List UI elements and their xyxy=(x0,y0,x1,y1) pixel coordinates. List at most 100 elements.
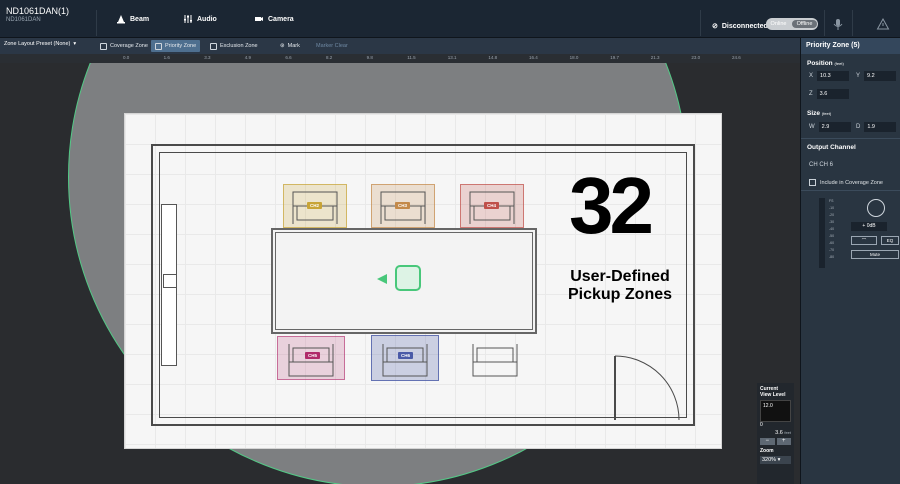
ruler-tick-label: 4.9 xyxy=(244,55,252,60)
w-input[interactable]: 2.9 xyxy=(818,122,851,132)
exclusion-zone-button[interactable]: Exclusion Zone xyxy=(206,40,262,52)
tab-beam[interactable]: Beam xyxy=(116,14,149,24)
camera-icon xyxy=(255,17,263,21)
tab-label: Camera xyxy=(268,15,294,23)
size-d-field[interactable]: D 1.9 xyxy=(856,122,897,132)
chevron-down-icon: ▾ xyxy=(73,41,77,47)
tab-audio[interactable]: Audio xyxy=(183,14,217,24)
ruler-tick-label: 9.8 xyxy=(366,55,373,60)
gain-knob[interactable] xyxy=(867,199,885,217)
view-level-title-2: View Level xyxy=(760,392,786,398)
z-input[interactable]: 3.6 xyxy=(816,89,849,99)
view-level-value-row: 3.6 feet xyxy=(760,430,791,436)
position-z-field[interactable]: Z 3.6 xyxy=(809,89,849,99)
device-name: ND1061DAN(1) xyxy=(6,6,70,16)
coverage-zone-button[interactable]: Coverage Zone xyxy=(96,40,152,52)
w-label: W xyxy=(809,124,815,130)
level-decrease-button[interactable]: − xyxy=(760,438,775,445)
size-w-field[interactable]: W 2.9 xyxy=(809,122,851,132)
view-level-unit: feet xyxy=(784,430,791,435)
position-heading: Position (feet) xyxy=(801,60,850,67)
top-bar: ND1061DAN(1) ND1061DAN Beam Audio Camera… xyxy=(0,0,900,38)
coverage-zone-icon xyxy=(100,42,107,50)
meter-scale-label: -60 xyxy=(829,241,835,245)
level-stepper: − + xyxy=(760,438,791,445)
tab-camera[interactable]: Camera xyxy=(254,14,294,24)
divider xyxy=(801,190,900,191)
mark-icon: ⊛ xyxy=(280,43,285,49)
divider xyxy=(824,10,825,36)
ruler-tick-label: 13.1 xyxy=(447,55,457,60)
checkbox-box[interactable] xyxy=(809,179,816,186)
priority-zone-label: Priority Zone xyxy=(165,43,197,49)
ceiling-microphone-device[interactable] xyxy=(395,265,421,291)
ruler-tick-label: 0.0 xyxy=(123,55,130,60)
microphone-icon[interactable] xyxy=(831,17,845,31)
floor-plan[interactable]: CH2 CH3 CH4 CH5 CH6 32 User-Defined Pick… xyxy=(124,113,722,449)
offline-option[interactable]: Offline xyxy=(792,20,817,28)
connection-label: Disconnected xyxy=(721,22,768,30)
meter-scale-label: FS xyxy=(829,199,834,203)
z-label: Z xyxy=(809,91,813,97)
room-canvas[interactable]: CH2 CH3 CH4 CH5 CH6 32 User-Defined Pick… xyxy=(0,63,800,484)
chevron-down-icon: ▾ xyxy=(777,457,781,463)
ruler-tick-label: 8.2 xyxy=(326,55,333,60)
ch3-badge: CH3 xyxy=(395,202,411,209)
meter-scale-label: -20 xyxy=(829,213,835,217)
mute-button[interactable]: Mute xyxy=(851,250,899,259)
d-label: D xyxy=(856,124,861,130)
d-input[interactable]: 1.9 xyxy=(864,122,897,132)
online-offline-toggle[interactable]: Online Offline xyxy=(766,18,818,30)
view-level-min: 0 xyxy=(760,422,763,428)
include-coverage-checkbox[interactable]: Include in Coverage Zone xyxy=(809,179,883,186)
level-meter xyxy=(819,198,825,268)
ruler-tick-label: 18.0 xyxy=(569,55,579,60)
zoom-value: 320% xyxy=(762,457,777,463)
size-unit: (feet) xyxy=(821,111,832,116)
tab-label: Audio xyxy=(197,15,217,23)
y-input[interactable]: 9.2 xyxy=(864,71,897,81)
level-increase-button[interactable]: + xyxy=(776,438,791,445)
divider xyxy=(852,10,853,36)
ruler-tick-label: 24.6 xyxy=(732,55,741,60)
meter-scale-label: -10 xyxy=(829,206,835,210)
meter-scale-label: -70 xyxy=(829,248,835,252)
filter-curve-button[interactable]: ⌒ xyxy=(851,236,877,245)
ruler-tick-label: 21.3 xyxy=(650,55,660,60)
meter-scale-label: -40 xyxy=(829,227,835,231)
properties-panel: Priority Zone (5) Position (feet) X 10.3… xyxy=(800,38,900,484)
online-option[interactable]: Online xyxy=(766,21,791,27)
mark-button[interactable]: ⊛ Mark xyxy=(276,40,304,52)
position-y-field[interactable]: Y 9.2 xyxy=(856,71,897,81)
gain-value[interactable]: + 0dB xyxy=(851,222,887,231)
marker-clear-button[interactable]: Marker Clear xyxy=(312,40,352,52)
view-level-slider[interactable]: 12.0 xyxy=(760,400,791,422)
priority-zone-button[interactable]: Priority Zone xyxy=(151,40,201,52)
ch2-badge: CH2 xyxy=(307,202,323,209)
position-x-field[interactable]: X 10.3 xyxy=(809,71,850,81)
disconnected-icon: ⊘ xyxy=(712,23,718,30)
output-channel-value: CH CH 6 xyxy=(809,162,834,168)
warning-icon[interactable] xyxy=(876,17,890,31)
zoom-select[interactable]: 320% ▾ xyxy=(760,456,791,464)
size-label: Size xyxy=(807,110,821,117)
chair-ch6 xyxy=(382,344,428,377)
chair-empty xyxy=(472,344,518,377)
zone-layout-preset-select[interactable]: Zone Layout Preset (None) ▾ xyxy=(4,41,76,47)
coverage-zone-label: Coverage Zone xyxy=(110,43,148,49)
device-info: ND1061DAN(1) ND1061DAN xyxy=(6,6,69,23)
position-label: Position xyxy=(807,60,833,67)
ch4-badge: CH4 xyxy=(484,202,500,209)
ch5-badge: CH5 xyxy=(305,352,321,359)
view-level-panel: Current View Level 12.0 0 3.6 feet − + Z… xyxy=(757,383,794,484)
audio-mixer-icon xyxy=(184,15,192,23)
position-unit: (feet) xyxy=(834,61,844,66)
eq-button[interactable]: EQ xyxy=(881,236,899,245)
device-model: ND1061DAN xyxy=(6,17,41,23)
meter-scale-label: -80 xyxy=(829,255,835,259)
x-input[interactable]: 10.3 xyxy=(817,71,850,81)
chair-ch5 xyxy=(288,344,334,377)
ruler-tick-label: 1.6 xyxy=(163,55,170,60)
connection-status: ⊘ Disconnected xyxy=(712,22,768,31)
divider xyxy=(700,10,701,36)
